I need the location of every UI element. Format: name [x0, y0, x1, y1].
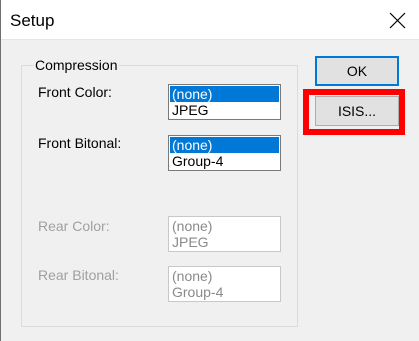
setup-dialog: Setup Compression Front Color: (none) JP… [0, 0, 419, 341]
front-color-option-none[interactable]: (none) [170, 86, 279, 102]
rear-bitonal-listbox: (none) Group-4 [168, 266, 281, 302]
close-button[interactable] [374, 0, 419, 40]
front-bitonal-option-group4[interactable]: Group-4 [170, 153, 279, 169]
rear-color-listbox: (none) JPEG [168, 216, 281, 252]
front-color-listbox[interactable]: (none) JPEG [168, 84, 281, 120]
front-color-option-jpeg[interactable]: JPEG [170, 102, 279, 118]
title-bar: Setup [1, 0, 419, 40]
rear-color-label: Rear Color: [38, 218, 110, 234]
rear-bitonal-label: Rear Bitonal: [38, 267, 119, 283]
rear-bitonal-option-group4: Group-4 [172, 284, 224, 300]
front-bitonal-listbox[interactable]: (none) Group-4 [168, 135, 281, 171]
front-bitonal-option-none[interactable]: (none) [170, 137, 279, 153]
close-icon [389, 12, 405, 28]
compression-group-label: Compression [33, 57, 120, 73]
rear-bitonal-option-none: (none) [172, 268, 213, 284]
rear-color-option-none: (none) [172, 218, 213, 234]
front-bitonal-label: Front Bitonal: [38, 135, 122, 151]
annotation-highlight-box [303, 89, 405, 135]
front-color-label: Front Color: [38, 84, 112, 100]
ok-button[interactable]: OK [315, 56, 399, 86]
window-title: Setup [10, 11, 55, 30]
rear-color-option-jpeg: JPEG [172, 234, 209, 250]
